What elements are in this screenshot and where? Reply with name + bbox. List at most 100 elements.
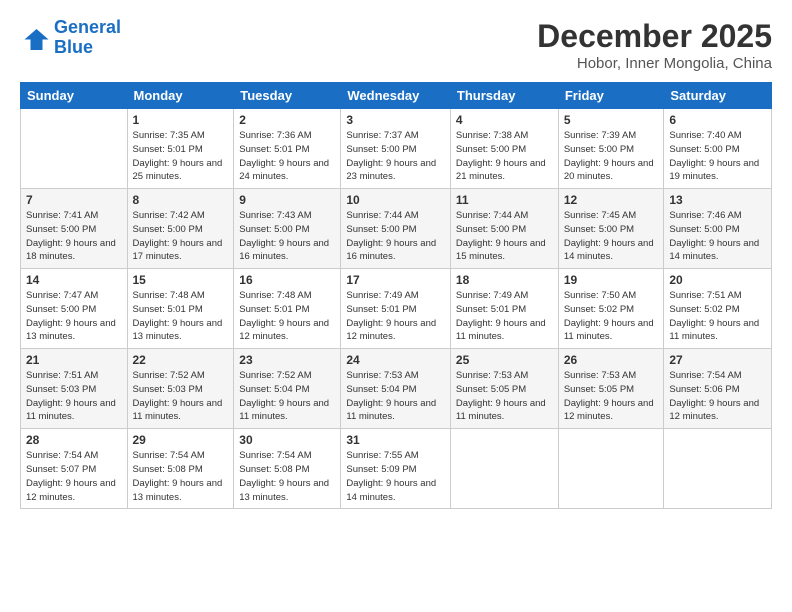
day-info: Sunrise: 7:35 AMSunset: 5:01 PMDaylight:… <box>133 129 229 184</box>
day-number: 27 <box>669 353 766 367</box>
week-row-1: 1Sunrise: 7:35 AMSunset: 5:01 PMDaylight… <box>21 109 772 189</box>
day-info: Sunrise: 7:49 AMSunset: 5:01 PMDaylight:… <box>346 289 445 344</box>
day-info: Sunrise: 7:48 AMSunset: 5:01 PMDaylight:… <box>239 289 335 344</box>
day-number: 25 <box>456 353 553 367</box>
day-info: Sunrise: 7:41 AMSunset: 5:00 PMDaylight:… <box>26 209 122 264</box>
day-info: Sunrise: 7:49 AMSunset: 5:01 PMDaylight:… <box>456 289 553 344</box>
day-number: 9 <box>239 193 335 207</box>
logo-icon <box>20 23 50 53</box>
day-cell <box>450 429 558 509</box>
day-cell: 16Sunrise: 7:48 AMSunset: 5:01 PMDayligh… <box>234 269 341 349</box>
logo-line1: General <box>54 17 121 37</box>
day-number: 4 <box>456 113 553 127</box>
day-number: 21 <box>26 353 122 367</box>
day-cell: 28 Sunrise: 7:54 AMSunset: 5:07 PMDayligh… <box>21 429 128 509</box>
day-cell: 30Sunrise: 7:54 AMSunset: 5:08 PMDayligh… <box>234 429 341 509</box>
day-number: 24 <box>346 353 445 367</box>
col-thursday: Thursday <box>450 83 558 109</box>
day-number: 28 <box>26 433 122 447</box>
day-cell: 1Sunrise: 7:35 AMSunset: 5:01 PMDaylight… <box>127 109 234 189</box>
day-info: Sunrise: 7:51 AMSunset: 5:02 PMDaylight:… <box>669 289 766 344</box>
day-cell: 25 Sunrise: 7:53 AMSunset: 5:05 PMDayligh… <box>450 349 558 429</box>
day-number: 19 <box>564 273 659 287</box>
col-friday: Friday <box>558 83 664 109</box>
day-number: 8 <box>133 193 229 207</box>
day-cell: 17 Sunrise: 7:49 AMSunset: 5:01 PMDayligh… <box>341 269 451 349</box>
col-wednesday: Wednesday <box>341 83 451 109</box>
day-info: Sunrise: 7:54 AMSunset: 5:07 PMDaylight:… <box>26 449 122 504</box>
day-number: 22 <box>133 353 229 367</box>
day-cell: 20Sunrise: 7:51 AMSunset: 5:02 PMDayligh… <box>664 269 772 349</box>
day-cell: 26 Sunrise: 7:53 AMSunset: 5:05 PMDayligh… <box>558 349 664 429</box>
day-cell: 19 Sunrise: 7:50 AMSunset: 5:02 PMDayligh… <box>558 269 664 349</box>
month-title: December 2025 <box>537 18 772 55</box>
calendar-table: Sunday Monday Tuesday Wednesday Thursday… <box>20 82 772 509</box>
day-number: 23 <box>239 353 335 367</box>
day-cell: 18 Sunrise: 7:49 AMSunset: 5:01 PMDayligh… <box>450 269 558 349</box>
day-cell: 8 Sunrise: 7:42 AMSunset: 5:00 PMDaylight… <box>127 189 234 269</box>
day-number: 29 <box>133 433 229 447</box>
day-info: Sunrise: 7:48 AMSunset: 5:01 PMDaylight:… <box>133 289 229 344</box>
day-cell: 29 Sunrise: 7:54 AMSunset: 5:08 PMDayligh… <box>127 429 234 509</box>
day-number: 15 <box>133 273 229 287</box>
day-cell: 31Sunrise: 7:55 AMSunset: 5:09 PMDayligh… <box>341 429 451 509</box>
header: General Blue December 2025 Hobor, Inner … <box>20 18 772 72</box>
logo: General Blue <box>20 18 121 58</box>
day-cell: 13Sunrise: 7:46 AMSunset: 5:00 PMDayligh… <box>664 189 772 269</box>
day-cell: 10Sunrise: 7:44 AMSunset: 5:00 PMDayligh… <box>341 189 451 269</box>
col-sunday: Sunday <box>21 83 128 109</box>
day-cell: 6Sunrise: 7:40 AMSunset: 5:00 PMDaylight… <box>664 109 772 189</box>
day-number: 3 <box>346 113 445 127</box>
day-info: Sunrise: 7:53 AMSunset: 5:04 PMDaylight:… <box>346 369 445 424</box>
day-info: Sunrise: 7:53 AMSunset: 5:05 PMDaylight:… <box>456 369 553 424</box>
day-cell: 4 Sunrise: 7:38 AMSunset: 5:00 PMDaylight… <box>450 109 558 189</box>
day-info: Sunrise: 7:54 AMSunset: 5:06 PMDaylight:… <box>669 369 766 424</box>
day-cell: 14 Sunrise: 7:47 AMSunset: 5:00 PMDayligh… <box>21 269 128 349</box>
day-info: Sunrise: 7:47 AMSunset: 5:00 PMDaylight:… <box>26 289 122 344</box>
day-info: Sunrise: 7:40 AMSunset: 5:00 PMDaylight:… <box>669 129 766 184</box>
day-info: Sunrise: 7:54 AMSunset: 5:08 PMDaylight:… <box>133 449 229 504</box>
logo-line2: Blue <box>54 37 93 57</box>
day-cell: 21 Sunrise: 7:51 AMSunset: 5:03 PMDayligh… <box>21 349 128 429</box>
day-number: 2 <box>239 113 335 127</box>
week-row-5: 28 Sunrise: 7:54 AMSunset: 5:07 PMDayligh… <box>21 429 772 509</box>
day-number: 12 <box>564 193 659 207</box>
day-info: Sunrise: 7:44 AMSunset: 5:00 PMDaylight:… <box>456 209 553 264</box>
day-number: 26 <box>564 353 659 367</box>
day-info: Sunrise: 7:44 AMSunset: 5:00 PMDaylight:… <box>346 209 445 264</box>
week-row-4: 21 Sunrise: 7:51 AMSunset: 5:03 PMDayligh… <box>21 349 772 429</box>
day-number: 17 <box>346 273 445 287</box>
day-info: Sunrise: 7:50 AMSunset: 5:02 PMDaylight:… <box>564 289 659 344</box>
week-row-3: 14 Sunrise: 7:47 AMSunset: 5:00 PMDayligh… <box>21 269 772 349</box>
day-cell <box>664 429 772 509</box>
day-cell: 7 Sunrise: 7:41 AMSunset: 5:00 PMDaylight… <box>21 189 128 269</box>
page: General Blue December 2025 Hobor, Inner … <box>0 0 792 612</box>
day-number: 14 <box>26 273 122 287</box>
day-info: Sunrise: 7:37 AMSunset: 5:00 PMDaylight:… <box>346 129 445 184</box>
col-saturday: Saturday <box>664 83 772 109</box>
day-number: 30 <box>239 433 335 447</box>
day-number: 13 <box>669 193 766 207</box>
day-number: 11 <box>456 193 553 207</box>
day-cell: 12Sunrise: 7:45 AMSunset: 5:00 PMDayligh… <box>558 189 664 269</box>
day-info: Sunrise: 7:43 AMSunset: 5:00 PMDaylight:… <box>239 209 335 264</box>
day-cell <box>21 109 128 189</box>
day-number: 31 <box>346 433 445 447</box>
day-number: 5 <box>564 113 659 127</box>
day-info: Sunrise: 7:53 AMSunset: 5:05 PMDaylight:… <box>564 369 659 424</box>
col-monday: Monday <box>127 83 234 109</box>
day-cell: 23 Sunrise: 7:52 AMSunset: 5:04 PMDayligh… <box>234 349 341 429</box>
title-area: December 2025 Hobor, Inner Mongolia, Chi… <box>537 18 772 72</box>
header-row: Sunday Monday Tuesday Wednesday Thursday… <box>21 83 772 109</box>
day-number: 7 <box>26 193 122 207</box>
day-info: Sunrise: 7:38 AMSunset: 5:00 PMDaylight:… <box>456 129 553 184</box>
day-info: Sunrise: 7:52 AMSunset: 5:04 PMDaylight:… <box>239 369 335 424</box>
day-cell: 24 Sunrise: 7:53 AMSunset: 5:04 PMDayligh… <box>341 349 451 429</box>
day-info: Sunrise: 7:51 AMSunset: 5:03 PMDaylight:… <box>26 369 122 424</box>
day-info: Sunrise: 7:36 AMSunset: 5:01 PMDaylight:… <box>239 129 335 184</box>
day-info: Sunrise: 7:42 AMSunset: 5:00 PMDaylight:… <box>133 209 229 264</box>
day-number: 18 <box>456 273 553 287</box>
day-cell: 5Sunrise: 7:39 AMSunset: 5:00 PMDaylight… <box>558 109 664 189</box>
day-cell: 15 Sunrise: 7:48 AMSunset: 5:01 PMDayligh… <box>127 269 234 349</box>
col-tuesday: Tuesday <box>234 83 341 109</box>
